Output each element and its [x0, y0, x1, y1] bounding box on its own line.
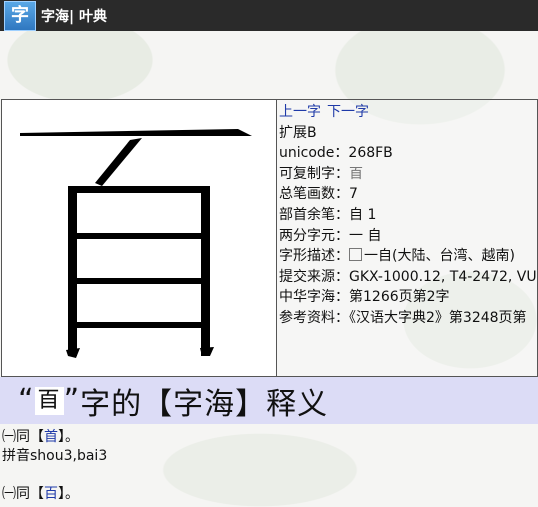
- info-row-ids: 字形描述： 一自(大陆、台湾、越南): [277, 246, 537, 267]
- info-key: 总笔画数：: [279, 186, 349, 203]
- open-quote: “: [18, 383, 35, 418]
- def-suffix: 】。: [58, 429, 79, 445]
- info-key: 中华字海：: [279, 289, 349, 306]
- close-quote: ”: [63, 383, 81, 418]
- prev-char-link[interactable]: 上一字: [279, 104, 321, 120]
- info-value: 第1266页第2字: [349, 289, 450, 306]
- info-value: 268FB: [348, 145, 393, 162]
- definition-item: ㈠同【百】。: [2, 485, 107, 504]
- definitions: ㈠同【首】。 拼音shou3,bai3 ㈠同【百】。: [2, 428, 107, 504]
- info-value: 自 1: [349, 206, 377, 223]
- heading-text: 字的【字海】释义: [80, 386, 329, 422]
- info-row-block: 扩展B: [277, 123, 537, 144]
- info-value: 《汉语大字典2》第3248页第: [349, 309, 527, 326]
- info-row-radical: 部首余笔：自 1: [277, 205, 537, 226]
- title-bar: 字 字海| 叶典: [0, 0, 538, 31]
- ad-banner: [0, 31, 538, 99]
- char-nav: 上一字 下一字: [277, 102, 537, 123]
- character-info-panel: 上一字 下一字 扩展B unicode：268FB 可复制字：𦣻 总笔画数：7 部…: [277, 99, 538, 377]
- heading-glyph: 𦣻: [34, 386, 64, 415]
- info-block-value: 扩展B: [279, 124, 317, 141]
- info-row-unicode: unicode：268FB: [277, 143, 537, 164]
- info-key: 字形描述：: [279, 248, 349, 265]
- def-link[interactable]: 首: [44, 429, 58, 445]
- info-key: 可复制字：: [279, 165, 349, 182]
- definition-heading: “ 𦣻 ” 字的【字海】释义: [0, 377, 538, 424]
- next-char-link[interactable]: 下一字: [327, 104, 369, 120]
- info-row-source: 提交来源：GKX-1000.12, T4-2472, VU: [277, 267, 537, 288]
- pinyin-line: 拼音shou3,bai3: [2, 448, 108, 464]
- info-row-strokes: 总笔画数：7: [277, 184, 537, 205]
- info-row-zhonghua: 中华字海：第1266页第2字: [277, 287, 537, 308]
- info-key: unicode：: [279, 145, 349, 162]
- info-value: 一自(大陆、台湾、越南): [364, 248, 515, 265]
- info-key: 提交来源：: [279, 268, 349, 285]
- info-key: 两分字元：: [279, 227, 349, 244]
- app-logo[interactable]: 字: [4, 0, 36, 31]
- info-row-copyable: 可复制字：𦣻: [277, 164, 537, 185]
- info-key: 参考资料：: [279, 309, 349, 326]
- info-value: GKX-1000.12, T4-2472, VU: [349, 268, 537, 285]
- info-row-reference: 参考资料：《汉语大字典2》第3248页第: [277, 308, 537, 329]
- logo-glyph: 字: [11, 4, 29, 26]
- info-value: 一 自: [349, 227, 382, 244]
- info-key: 部首余笔：: [279, 206, 349, 223]
- info-value: 7: [349, 186, 358, 203]
- def-suffix: 】。: [58, 486, 79, 502]
- character-glyph-drawing: [20, 129, 252, 358]
- character-image: [1, 99, 277, 377]
- copyable-char[interactable]: 𦣻: [349, 166, 363, 182]
- app-title[interactable]: 字海| 叶典: [41, 6, 107, 26]
- def-prefix: ㈠同【: [2, 486, 44, 502]
- def-link[interactable]: 百: [44, 486, 58, 502]
- info-row-components: 两分字元：一 自: [277, 226, 537, 247]
- ids-structure-icon: [349, 248, 362, 262]
- def-prefix: ㈠同【: [2, 429, 44, 445]
- definition-item: ㈠同【首】。: [2, 428, 107, 447]
